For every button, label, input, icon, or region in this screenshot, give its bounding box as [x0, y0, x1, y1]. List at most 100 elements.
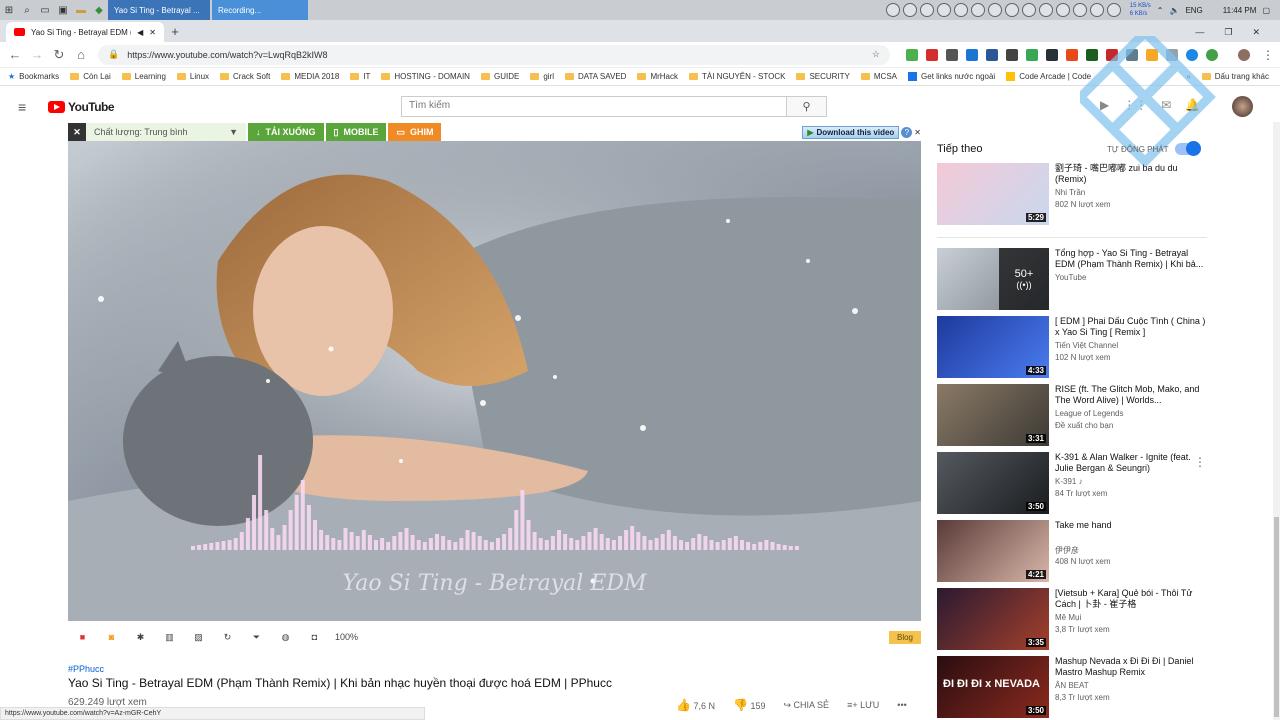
- scrollbar-thumb[interactable]: [1274, 517, 1279, 717]
- recommended-video[interactable]: 50+ ((•)) Tổng hợp - Yao Si Ting - Betraya…: [937, 248, 1207, 310]
- video-thumbnail[interactable]: 5:29: [937, 163, 1049, 225]
- ext-icon[interactable]: [986, 48, 998, 61]
- ext-icon[interactable]: [1006, 48, 1018, 61]
- bookmark-folder[interactable]: Linux: [176, 72, 209, 81]
- video-player[interactable]: Yao Si Ting - Betrayal EDM: [68, 141, 921, 621]
- video-thumbnail[interactable]: 50+ ((•)): [937, 248, 1049, 310]
- task-view-icon[interactable]: ▭: [36, 0, 54, 20]
- address-bar[interactable]: 🔒 https://www.youtube.com/watch?v=LwqRqB…: [98, 44, 890, 65]
- downloader-close-button[interactable]: ✕: [68, 123, 86, 141]
- store-icon[interactable]: ▣: [54, 0, 72, 20]
- filter-icon[interactable]: ⏷: [242, 632, 271, 643]
- help-button[interactable]: ?: [901, 126, 913, 138]
- autoplay-toggle[interactable]: [1175, 141, 1201, 156]
- video-thumbnail[interactable]: ĐI ĐI ĐI x NEVADA 3:50: [937, 656, 1049, 718]
- taskbar-recording-task[interactable]: Recording...: [212, 0, 308, 20]
- taskbar-chrome-task[interactable]: Yao Si Ting - Betrayal ...: [108, 0, 210, 20]
- bookmark-item[interactable]: Get links nước ngoài: [908, 72, 995, 81]
- ext-icon[interactable]: [926, 48, 938, 61]
- tray-chevron-icon[interactable]: ⌃: [1157, 6, 1164, 15]
- volume-icon[interactable]: 🔈: [1169, 6, 1179, 15]
- video-thumbnail[interactable]: 3:31: [937, 384, 1049, 446]
- download-this-video-button[interactable]: ▶ Download this video: [802, 125, 900, 139]
- ext-icon[interactable]: [1046, 48, 1058, 61]
- bookmark-folder[interactable]: HOSTING - DOMAIN: [381, 72, 470, 81]
- blog-button[interactable]: Blog: [888, 630, 921, 644]
- screen-icon[interactable]: ▨: [184, 632, 213, 643]
- audio-icon[interactable]: ◀: [137, 28, 143, 37]
- profile-avatar[interactable]: [1238, 48, 1250, 61]
- recommended-video[interactable]: ĐI ĐI ĐI x NEVADA 3:50 Mashup Nevada x Đi …: [937, 656, 1207, 718]
- start-icon[interactable]: ⊞: [0, 0, 18, 20]
- video-thumbnail[interactable]: 3:50: [937, 452, 1049, 514]
- hamburger-menu-icon[interactable]: ≡: [18, 99, 26, 115]
- bookmark-folder[interactable]: IT: [350, 72, 370, 81]
- quality-select[interactable]: Chất lượng: Trung bình ▼: [86, 123, 246, 141]
- bookmark-item[interactable]: Code Arcade | Code: [1006, 72, 1091, 81]
- loop-icon[interactable]: ↻: [213, 632, 242, 643]
- download-button[interactable]: ↓ TẢI XUỐNG: [248, 123, 324, 141]
- ext-icon[interactable]: [1026, 48, 1038, 61]
- restore-icon[interactable]: ❐: [1224, 27, 1232, 38]
- dislike-button[interactable]: 👎 159: [733, 698, 766, 712]
- home-icon[interactable]: ⌂: [70, 47, 92, 62]
- video-thumbnail[interactable]: 3:35: [937, 588, 1049, 650]
- share-button[interactable]: ↪ CHIA SẺ: [783, 700, 829, 711]
- globe-icon[interactable]: ◍: [271, 632, 300, 643]
- scrollbar[interactable]: [1273, 122, 1280, 720]
- bookmark-folder[interactable]: Crack Soft: [220, 72, 270, 81]
- bookmark-folder[interactable]: MrHack: [637, 72, 678, 81]
- new-tab-button[interactable]: +: [164, 22, 186, 42]
- forward-icon[interactable]: →: [26, 47, 48, 62]
- save-button[interactable]: ≡+ LƯU: [847, 700, 879, 710]
- record-icon[interactable]: ■: [68, 632, 97, 642]
- pin-button[interactable]: ▭ GHIM: [388, 123, 442, 141]
- search-input[interactable]: Tìm kiếm: [401, 96, 787, 117]
- mobile-button[interactable]: ▯ MOBILE: [325, 123, 387, 141]
- language-indicator[interactable]: ENG: [1185, 6, 1202, 15]
- bookmark-item[interactable]: ★ Bookmarks: [8, 72, 59, 81]
- download-ext-icon[interactable]: [906, 48, 918, 61]
- clock[interactable]: 11:44 PM: [1223, 6, 1257, 15]
- ext-icon[interactable]: [1066, 48, 1078, 61]
- video-hashtag[interactable]: #PPhucc: [68, 664, 104, 674]
- bookmark-folder[interactable]: TÀI NGUYÊN - STOCK: [689, 72, 785, 81]
- recommended-video[interactable]: 3:50 K-391 & Alan Walker - Ignite (feat. …: [937, 452, 1207, 514]
- video-thumbnail[interactable]: 4:33: [937, 316, 1049, 378]
- more-actions-button[interactable]: •••: [897, 700, 906, 710]
- recommended-video[interactable]: 3:35 [Vietsub + Kara] Quẻ bói - Thôi Tử C…: [937, 588, 1207, 650]
- video-thumbnail[interactable]: 4:21: [937, 520, 1049, 582]
- rss-icon[interactable]: ◙: [97, 632, 126, 642]
- ext-icon[interactable]: [966, 48, 978, 61]
- reload-icon[interactable]: ↻: [48, 47, 70, 63]
- chrome-menu-icon[interactable]: ⋮: [1262, 48, 1274, 62]
- tab-youtube[interactable]: Yao Si Ting - Betrayal EDM ( ◀ ✕: [6, 22, 164, 42]
- more-options-icon[interactable]: ⋮: [1194, 455, 1206, 469]
- zoom-level[interactable]: 100%: [335, 632, 358, 642]
- camera-icon[interactable]: ◘: [300, 632, 329, 642]
- bookmark-folder[interactable]: MEDIA 2018: [281, 72, 339, 81]
- download-panel-close-button[interactable]: ✕: [914, 128, 921, 137]
- like-button[interactable]: 👍 7,6 N: [676, 698, 715, 712]
- recommended-video[interactable]: 3:31 RISE (ft. The Glitch Mob, Mako, and …: [937, 384, 1207, 446]
- bookmark-folder[interactable]: Learning: [121, 72, 166, 81]
- file-explorer-icon[interactable]: ▬: [72, 0, 90, 20]
- bookmark-folder[interactable]: SECURITY: [796, 72, 850, 81]
- window-close-icon[interactable]: ✕: [1252, 27, 1260, 38]
- notification-icon[interactable]: ▢: [1262, 6, 1270, 15]
- app-icon[interactable]: ◆: [90, 0, 108, 20]
- youtube-logo[interactable]: YouTube: [48, 100, 115, 114]
- bookmark-star-icon[interactable]: ☆: [872, 49, 880, 60]
- back-icon[interactable]: ←: [4, 47, 26, 62]
- recommended-video[interactable]: 4:33 [ EDM ] Phai Dấu Cuộc Tình ( China )…: [937, 316, 1207, 378]
- recommended-video[interactable]: 4:21 Take me hand 伊伊彦 408 N lượt xem: [937, 520, 1207, 582]
- bookmark-folder[interactable]: girl: [530, 72, 554, 81]
- bookmark-folder[interactable]: DATA SAVED: [564, 72, 626, 81]
- film-icon[interactable]: ▥: [155, 632, 184, 643]
- tab-close-icon[interactable]: ✕: [149, 28, 156, 37]
- search-icon[interactable]: ⌕: [18, 0, 36, 20]
- recommended-video[interactable]: 5:29 劉子琦 - 嘴巴嘟嘟 zui ba du du (Remix) Nhi T…: [937, 163, 1207, 225]
- bookmark-folder[interactable]: MCSA: [860, 72, 897, 81]
- search-button[interactable]: ⚲: [786, 96, 827, 117]
- bookmark-folder[interactable]: GUIDE: [480, 72, 519, 81]
